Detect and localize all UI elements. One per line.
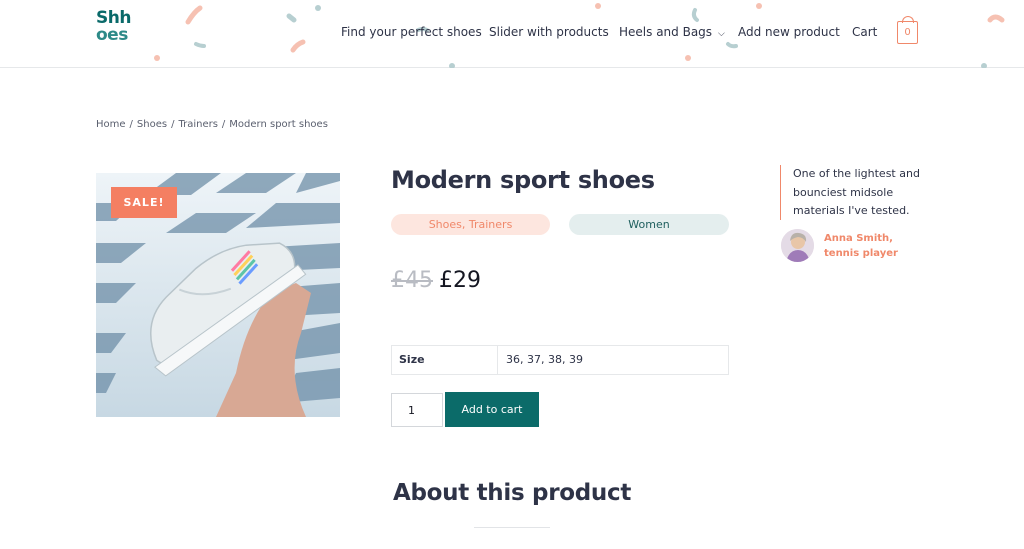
old-price: £45: [391, 268, 433, 293]
breadcrumb: Home / Shoes / Trainers / Modern sport shoes: [96, 119, 328, 130]
testimonial-author: Anna Smith, tennis player: [781, 229, 931, 263]
product-title: Modern sport shoes: [391, 166, 655, 194]
about-section-title: About this product: [392, 480, 632, 506]
nav-item-heels-bags-label: Heels and Bags: [619, 25, 713, 39]
attributes-table: Size 36, 37, 38, 39: [391, 345, 729, 375]
nav-item-heels-bags[interactable]: Heels and Bags ⌵: [619, 25, 725, 39]
breadcrumb-separator: /: [171, 119, 175, 130]
add-to-cart-button[interactable]: Add to cart: [445, 392, 539, 427]
product-price: £45 £29: [391, 268, 481, 293]
section-divider: [474, 527, 550, 528]
nav-item-slider[interactable]: Slider with products: [489, 25, 609, 39]
author-name: Anna Smith, tennis player: [824, 233, 898, 259]
nav-item-add-product[interactable]: Add new product: [738, 25, 840, 39]
breadcrumb-separator: /: [221, 119, 226, 130]
breadcrumb-trainers[interactable]: Trainers: [178, 119, 217, 130]
breadcrumb-home[interactable]: Home: [96, 119, 126, 130]
quantity-input[interactable]: [391, 393, 443, 427]
nav-item-find-shoes[interactable]: Find your perfect shoes: [341, 25, 482, 39]
gender-pill[interactable]: Women: [569, 214, 729, 235]
breadcrumb-shoes[interactable]: Shoes: [137, 119, 167, 130]
main-nav: Find your perfect shoes Slider with prod…: [0, 25, 1024, 43]
attribute-name: Size: [392, 346, 498, 374]
sale-badge: SALE!: [111, 187, 177, 218]
breadcrumb-separator: /: [129, 119, 133, 130]
category-pill[interactable]: Shoes, Trainers: [391, 214, 550, 235]
site-header: Shh oes Find your perfect shoes Slider w…: [0, 0, 1024, 68]
attribute-value: 36, 37, 38, 39: [506, 353, 583, 366]
avatar-photo: [781, 229, 814, 262]
chevron-down-icon: ⌵: [718, 29, 725, 39]
testimonial-quote: One of the lightest and bounciest midsol…: [780, 165, 930, 220]
breadcrumb-current: Modern sport shoes: [229, 119, 328, 130]
avatar: [781, 229, 814, 262]
cart-count-badge[interactable]: 0: [897, 16, 918, 44]
nav-item-cart[interactable]: Cart: [852, 25, 877, 39]
sale-price: £29: [439, 268, 481, 293]
